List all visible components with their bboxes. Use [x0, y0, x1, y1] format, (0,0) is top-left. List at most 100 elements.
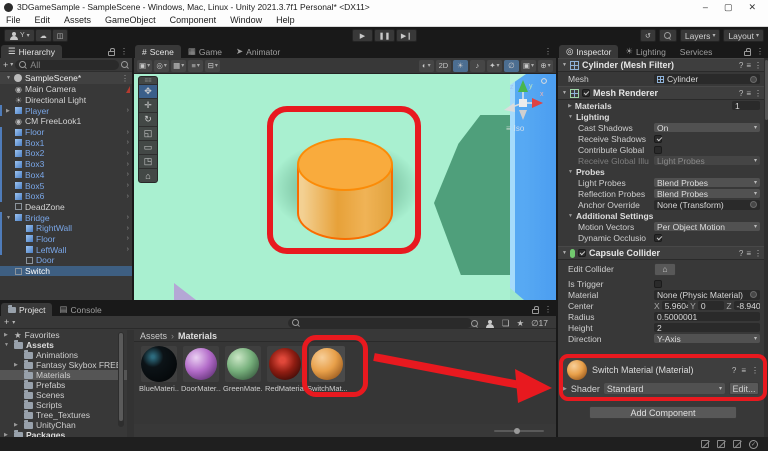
kebab-menu-icon[interactable]: ⋮: [751, 366, 759, 375]
prefab-open-icon[interactable]: ›: [127, 193, 129, 200]
prefab-open-icon[interactable]: ›: [127, 171, 129, 178]
lock-icon[interactable]: [532, 309, 539, 314]
receive-shadows-checkbox[interactable]: [654, 135, 662, 143]
prefab-open-icon[interactable]: ›: [127, 139, 129, 146]
material-header[interactable]: Switch Material (Material) ? ≡ ⋮: [561, 358, 765, 382]
object-picker-icon[interactable]: [750, 291, 757, 298]
asset-doormaterial[interactable]: DoorMater...: [182, 346, 220, 424]
dynamic-occlusion-checkbox[interactable]: [654, 234, 662, 242]
hierarchy-item-floor-child[interactable]: Floor›: [0, 234, 132, 245]
mesh-filter-header[interactable]: ▼ Cylinder (Mesh Filter) ? ≡ ⋮: [558, 58, 768, 72]
hierarchy-item-directional-light[interactable]: ☀Directional Light: [0, 95, 132, 106]
favorites-star-icon[interactable]: ★: [517, 318, 525, 329]
menu-file[interactable]: File: [6, 15, 21, 25]
tool-handle-position-button[interactable]: ▣▾: [137, 60, 152, 72]
pause-button[interactable]: ❚❚: [374, 29, 395, 42]
asset-greenmaterial[interactable]: GreenMate...: [224, 346, 262, 424]
foldout-icon[interactable]: ▼: [4, 342, 9, 348]
move-tool-button[interactable]: ✛: [139, 98, 157, 112]
scene-viewport[interactable]: ≡≡ ✥ ✛ ↻ ◱ ▭ ◳ ⌂ y x z ≡ Iso: [134, 74, 556, 300]
prefab-open-icon[interactable]: ›: [127, 150, 129, 157]
foldout-icon[interactable]: ▶: [4, 332, 8, 338]
error-muted-icon[interactable]: [733, 440, 741, 448]
project-search-input[interactable]: [288, 318, 472, 328]
search-by-import-icon[interactable]: [486, 319, 495, 328]
tree-item-unitychan[interactable]: ▶UnityChan: [0, 420, 127, 430]
add-component-button[interactable]: Add Component: [589, 406, 737, 419]
prefab-open-icon[interactable]: ›: [127, 129, 129, 136]
tree-item-scenes[interactable]: Scenes: [0, 390, 127, 400]
log-muted-icon[interactable]: [701, 440, 709, 448]
hierarchy-item-box6[interactable]: Box6›: [0, 191, 132, 202]
foldout-icon[interactable]: ▼: [568, 169, 573, 175]
kebab-menu-icon[interactable]: ⋮: [754, 89, 762, 98]
tree-item-assets[interactable]: ▼Assets: [0, 340, 127, 350]
close-button[interactable]: ✕: [748, 2, 756, 13]
tree-item-materials[interactable]: Materials: [0, 370, 127, 380]
foldout-icon[interactable]: ▼: [568, 213, 573, 219]
hierarchy-item-box5[interactable]: Box5›: [0, 180, 132, 191]
prefab-open-icon[interactable]: ›: [127, 107, 129, 114]
breadcrumb-materials[interactable]: Materials: [178, 331, 217, 341]
hidden-count-badge[interactable]: ∅17: [531, 318, 548, 329]
height-field[interactable]: 2: [654, 323, 760, 332]
edit-collider-button[interactable]: ⌂: [654, 263, 676, 276]
switch-cylinder-object[interactable]: [297, 138, 393, 241]
kebab-menu-icon[interactable]: ⋮: [120, 47, 128, 56]
hierarchy-item-main-camera[interactable]: ◉Main Camera: [0, 84, 132, 95]
scene-audio-button[interactable]: ♪: [470, 60, 485, 72]
transform-tool-button[interactable]: ◳: [139, 154, 157, 168]
tab-services[interactable]: Services: [673, 45, 720, 58]
help-icon[interactable]: ?: [739, 249, 743, 258]
menu-help[interactable]: Help: [276, 15, 295, 25]
foldout-icon[interactable]: ▶: [14, 362, 18, 368]
contribute-gi-checkbox[interactable]: [654, 146, 662, 154]
materials-row[interactable]: ▶ Materials 1: [558, 100, 768, 111]
version-control-button[interactable]: ◫: [52, 29, 69, 42]
additional-settings-foldout-row[interactable]: ▼ Additional Settings: [558, 210, 768, 221]
hierarchy-item-leftwall[interactable]: LeftWall›: [0, 244, 132, 255]
layers-dropdown[interactable]: Layers▾: [680, 29, 721, 42]
prefab-open-icon[interactable]: ›: [127, 161, 129, 168]
object-picker-icon[interactable]: [750, 76, 757, 83]
foldout-icon[interactable]: ▼: [6, 215, 14, 221]
foldout-icon[interactable]: ▶: [14, 422, 18, 428]
foldout-icon[interactable]: ▼: [6, 75, 11, 81]
warning-muted-icon[interactable]: [717, 440, 725, 448]
menu-component[interactable]: Component: [170, 15, 217, 25]
capsule-collider-header[interactable]: ▼ Capsule Collider ? ≡ ⋮: [558, 246, 768, 260]
cloud-button[interactable]: ☁: [35, 29, 52, 42]
effects-button[interactable]: ✦▾: [487, 60, 502, 72]
tab-project[interactable]: Project: [1, 303, 52, 316]
hierarchy-item-bridge[interactable]: ▼Bridge›: [0, 212, 132, 223]
tab-console[interactable]: ▤Console: [52, 303, 108, 316]
activity-check-icon[interactable]: ✓: [749, 440, 758, 449]
foldout-icon[interactable]: ▶: [6, 108, 14, 114]
kebab-menu-icon[interactable]: ⋮: [121, 74, 129, 83]
rotate-tool-button[interactable]: ↻: [139, 112, 157, 126]
mesh-renderer-header[interactable]: ▼ Mesh Renderer ? ≡ ⋮: [558, 86, 768, 100]
chevron-down-icon[interactable]: ▾: [10, 61, 13, 68]
tree-item-scripts[interactable]: Scripts: [0, 400, 127, 410]
materials-count-field[interactable]: 1: [732, 101, 760, 110]
search-scope-icon[interactable]: [121, 61, 129, 69]
tab-game[interactable]: ▦Game: [181, 45, 229, 58]
presets-icon[interactable]: ≡: [741, 366, 746, 375]
step-button[interactable]: ▶❙: [396, 29, 417, 42]
motion-vectors-dropdown[interactable]: Per Object Motion▾: [654, 222, 760, 231]
scene-lighting-button[interactable]: ☀: [453, 60, 468, 72]
shader-edit-button[interactable]: Edit...: [729, 382, 759, 395]
asset-bluematerial[interactable]: BlueMateri...: [140, 346, 178, 424]
camera-settings-button[interactable]: ▣▾: [521, 60, 536, 72]
thumbnail-size-slider[interactable]: [494, 427, 544, 434]
probes-foldout-row[interactable]: ▼ Probes: [558, 166, 768, 177]
prefab-open-icon[interactable]: ›: [127, 225, 129, 232]
help-icon[interactable]: ?: [739, 61, 743, 70]
presets-icon[interactable]: ≡: [746, 89, 751, 98]
hierarchy-item-switch[interactable]: Switch: [0, 266, 132, 277]
foldout-icon[interactable]: ▼: [562, 62, 567, 68]
foldout-icon[interactable]: ▶: [568, 103, 572, 109]
layout-dropdown[interactable]: Layout▾: [723, 29, 764, 42]
center-y-field[interactable]: 0: [698, 301, 724, 310]
projection-mode-label[interactable]: ≡ Iso: [506, 124, 524, 133]
